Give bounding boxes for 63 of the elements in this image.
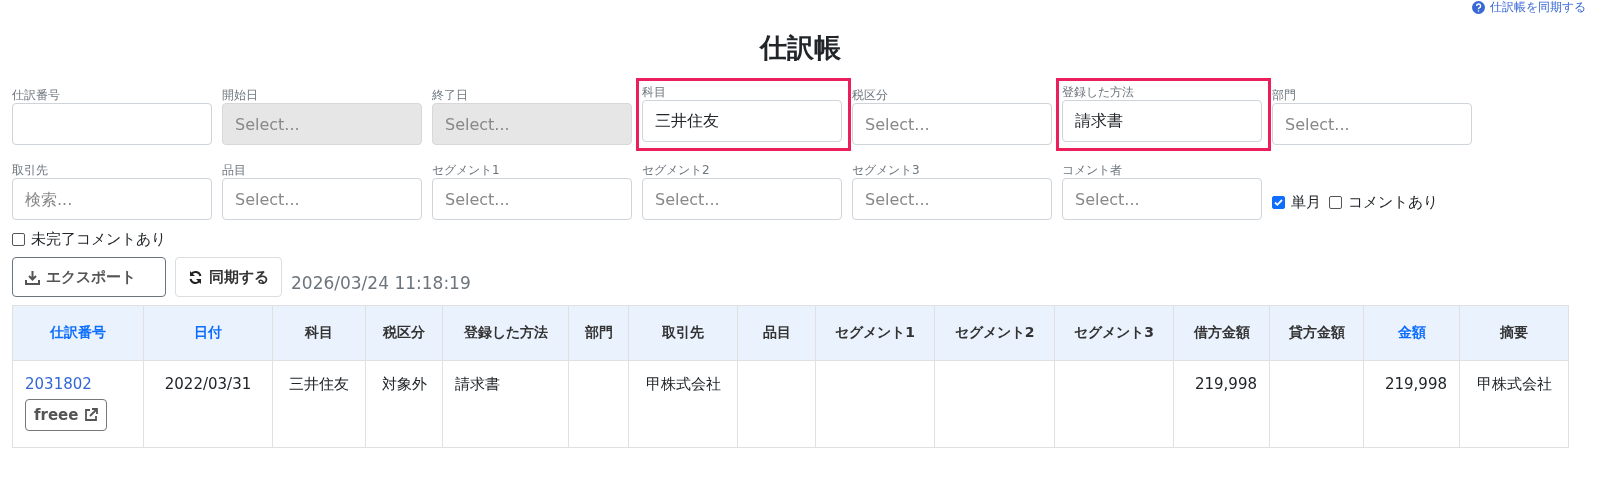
field-label: 品目 bbox=[222, 162, 247, 176]
filter-field[interactable]: Select... bbox=[1062, 178, 1262, 220]
checkbox-label: 単月 bbox=[1291, 193, 1321, 212]
field-label: セグメント2 bbox=[642, 162, 711, 176]
filter-field[interactable]: 検索... bbox=[12, 178, 212, 220]
field-label: 開始日 bbox=[222, 87, 259, 101]
field-label: 部門 bbox=[1272, 87, 1297, 101]
field-label: セグメント1 bbox=[432, 162, 501, 176]
checkbox[interactable] bbox=[1329, 196, 1342, 209]
checkbox[interactable] bbox=[1272, 196, 1285, 209]
refresh-icon bbox=[188, 269, 203, 285]
filter-field[interactable]: Select... bbox=[642, 178, 842, 220]
field-label: 終了日 bbox=[432, 87, 469, 101]
column-header: セグメント2 bbox=[934, 305, 1055, 361]
filter-field[interactable]: Select... bbox=[1272, 103, 1472, 145]
column-header: 登録した方法 bbox=[442, 305, 569, 361]
column-header: セグメント3 bbox=[1054, 305, 1174, 361]
column-header: 科目 bbox=[272, 305, 366, 361]
sync-button[interactable]: 同期する bbox=[175, 257, 282, 297]
table-cell: 2022/03/31 bbox=[143, 360, 273, 448]
last-synced-time: 2026/03/24 11:18:19 bbox=[291, 272, 471, 293]
column-header: 借方金額 bbox=[1173, 305, 1270, 361]
column-header: 税区分 bbox=[365, 305, 443, 361]
table-cell: 請求書 bbox=[442, 360, 569, 448]
column-header: 品目 bbox=[737, 305, 816, 361]
column-header: 取引先 bbox=[628, 305, 738, 361]
entry-number-link[interactable]: 2031802 bbox=[25, 375, 92, 393]
filter-field[interactable]: Select... bbox=[222, 178, 422, 220]
export-button[interactable]: エクスポート bbox=[12, 257, 166, 297]
filter-field[interactable]: 請求書 bbox=[1062, 100, 1262, 142]
table-cell: 対象外 bbox=[365, 360, 443, 448]
filter-field[interactable] bbox=[12, 103, 212, 145]
column-header[interactable]: 金額 bbox=[1363, 305, 1460, 361]
table-cell: 219,998 bbox=[1173, 360, 1270, 448]
page-title: 仕訳帳 bbox=[758, 31, 842, 65]
table-cell: 三井住友 bbox=[272, 360, 366, 448]
table-cell: 甲株式会社 bbox=[1459, 360, 1569, 448]
column-header: 貸方金額 bbox=[1269, 305, 1364, 361]
filter-field[interactable]: Select... bbox=[852, 103, 1052, 145]
checkbox[interactable] bbox=[12, 233, 25, 246]
column-header[interactable]: 日付 bbox=[143, 305, 273, 361]
filter-field[interactable]: Select... bbox=[432, 178, 632, 220]
field-label: 税区分 bbox=[852, 87, 889, 101]
table-cell: 219,998 bbox=[1363, 360, 1460, 448]
field-label: コメント者 bbox=[1062, 162, 1123, 176]
filter-field[interactable]: Select... bbox=[852, 178, 1052, 220]
open-freee-button[interactable]: freee bbox=[25, 399, 108, 431]
column-header: 部門 bbox=[568, 305, 629, 361]
column-header[interactable]: 仕訳番号 bbox=[12, 305, 144, 361]
field-label: セグメント3 bbox=[852, 162, 921, 176]
checkbox-label: 未完了コメントあり bbox=[31, 230, 166, 249]
checkbox-label: コメントあり bbox=[1348, 193, 1438, 212]
table-cell: 甲株式会社 bbox=[628, 360, 738, 448]
column-header: 摘要 bbox=[1459, 305, 1569, 361]
field-label: 登録した方法 bbox=[1062, 84, 1135, 98]
download-icon bbox=[25, 269, 40, 285]
field-label: 仕訳番号 bbox=[12, 87, 61, 101]
field-label: 科目 bbox=[642, 84, 667, 98]
column-header: セグメント1 bbox=[815, 305, 935, 361]
sync-help-link[interactable]: 仕訳帳を同期する bbox=[1472, 0, 1586, 14]
field-label: 取引先 bbox=[12, 162, 49, 176]
filter-field[interactable]: 三井住友 bbox=[642, 100, 842, 142]
external-link-icon bbox=[84, 408, 99, 422]
